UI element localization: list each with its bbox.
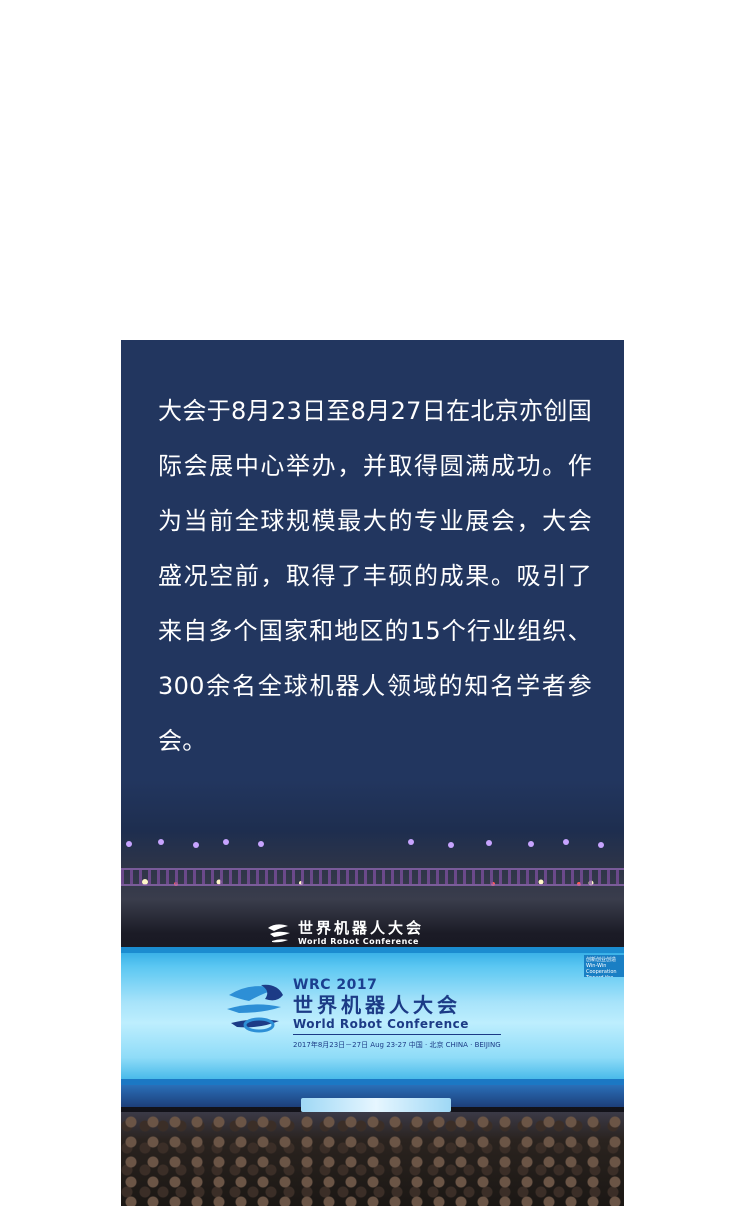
lighting-truss: [121, 870, 624, 884]
top-logo-cn: 世界机器人大会: [298, 918, 425, 937]
wrc-emblem-icon: [227, 984, 283, 1033]
screen-title-en: World Robot Conference: [293, 1017, 501, 1035]
stage-led-sign: [301, 1098, 451, 1112]
conference-photo: 世界机器人大会 World Robot Conference 创新创业创造 Wi…: [121, 780, 624, 1206]
screen-band-top: [121, 947, 624, 953]
led-screen: 创新创业创造 Win-Win Cooperation Toward the Bu…: [121, 947, 624, 1085]
top-logo: 世界机器人大会 World Robot Conference: [266, 918, 424, 948]
article-card: 大会于8月23日至8月27日在北京亦创国际会展中心举办，并取得圆满成功。作为当前…: [121, 340, 624, 1206]
side-panel-text: 创新创业创造 Win-Win Cooperation Toward the Bu…: [584, 955, 624, 977]
screen-wrc-label: WRC 2017: [293, 977, 378, 993]
audience-crowd: [121, 1112, 624, 1206]
article-paragraph: 大会于8月23日至8月27日在北京亦创国际会展中心举办，并取得圆满成功。作为当前…: [158, 397, 592, 755]
screen-title-cn: 世界机器人大会: [293, 993, 461, 1017]
wrc-logo-icon: [268, 924, 290, 943]
main-logo: WRC 2017 世界机器人大会 World Robot Conference …: [225, 975, 501, 1055]
screen-dates: 2017年8月23日－27日 Aug 23-27 中国 · 北京 CHINA ·…: [293, 1041, 501, 1049]
top-logo-en: World Robot Conference: [298, 936, 419, 946]
truss-line-bottom: [121, 884, 624, 886]
